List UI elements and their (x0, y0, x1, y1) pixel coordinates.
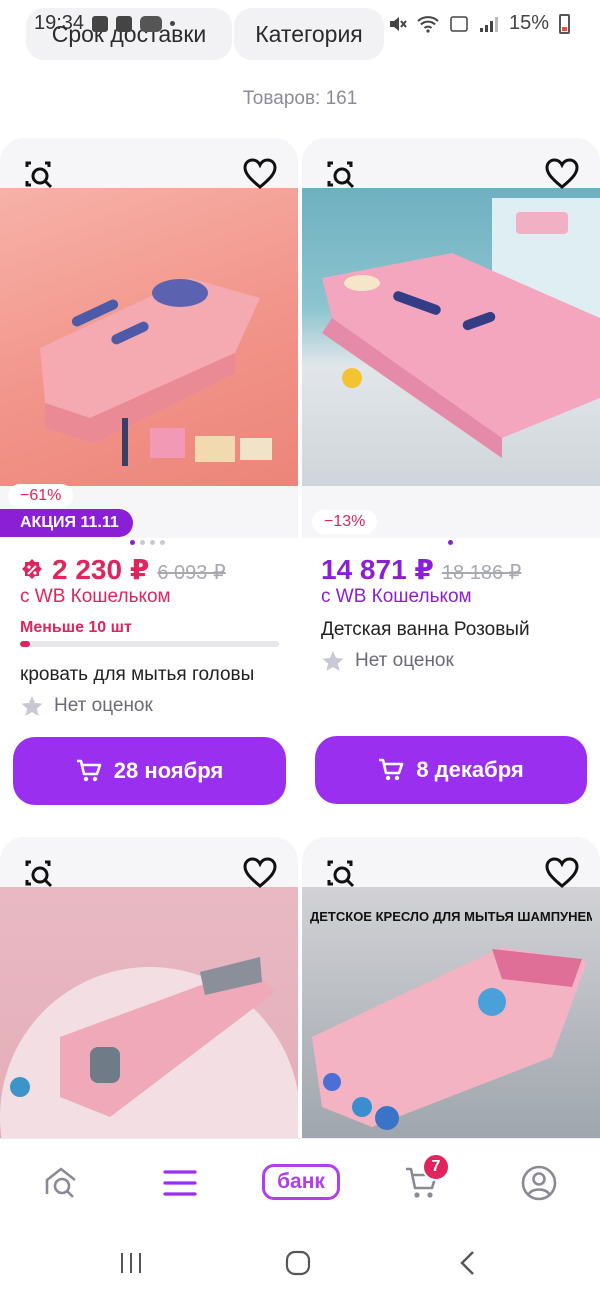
star-icon (322, 651, 344, 671)
tab-bank[interactable]: банк (262, 1164, 340, 1200)
image-search-icon[interactable] (20, 855, 56, 891)
recent-apps-button[interactable] (116, 1248, 146, 1278)
status-time: 19:34 (34, 12, 85, 34)
stock-level-fill (20, 641, 31, 647)
system-navigation-bar (0, 1224, 600, 1299)
star-icon (21, 696, 43, 716)
product-photo-baby-bath (322, 198, 600, 458)
status-bar-left: 19:34 (34, 12, 176, 35)
tab-profile[interactable] (517, 1161, 561, 1205)
back-button[interactable] (452, 1248, 482, 1278)
image-pager-dots (130, 540, 165, 545)
pager-dot (130, 540, 135, 545)
stock-level-bar (20, 641, 279, 647)
home-button[interactable] (283, 1248, 313, 1278)
pager-dot (140, 540, 145, 545)
wallet-note: с WB Кошельком (20, 586, 171, 607)
image-caption-text: ДЕТСКОЕ КРЕСЛО ДЛЯ МЫТЬЯ ШАМПУНЕМ (310, 909, 592, 924)
favorite-heart-icon[interactable] (544, 855, 580, 891)
signal-icon (479, 16, 498, 32)
rating-text: Нет оценок (54, 695, 153, 716)
promo-badge: АКЦИЯ 11.11 (0, 509, 133, 537)
wifi-icon (417, 15, 439, 33)
filter-category-label: Категория (255, 20, 363, 47)
recent-apps-icon (121, 1253, 141, 1273)
product-photo-kids-chair (312, 947, 587, 1130)
product-name[interactable]: Детская ванна Розовый (321, 619, 581, 641)
product-card-image[interactable] (0, 837, 298, 1138)
back-icon (460, 1251, 474, 1275)
stock-warning: Меньше 10 шт (20, 619, 132, 636)
image-search-icon[interactable] (322, 855, 358, 891)
product-card-image[interactable]: −13% (302, 138, 600, 538)
gallery-icon (116, 15, 133, 32)
price-row: 14 871 ₽ 18 186 ₽ (321, 553, 521, 586)
favorite-heart-icon[interactable] (242, 855, 278, 891)
sale-percent-icon (22, 558, 42, 579)
more-dot-icon (170, 21, 176, 26)
rating-text: Нет оценок (355, 650, 454, 671)
price-current: 2 230 ₽ (52, 554, 150, 585)
battery-icon (559, 13, 570, 34)
add-to-cart-button[interactable]: 28 ноября (13, 737, 286, 805)
delivery-date-label: 28 ноября (113, 758, 224, 783)
bank-label: банк (277, 1170, 325, 1193)
price-row: 2 230 ₽ 6 093 ₽ (20, 553, 226, 586)
cart-icon (379, 758, 404, 781)
image-pager-dots (448, 540, 453, 545)
results-count: Товаров: 161 (242, 88, 358, 109)
add-to-cart-button[interactable]: 8 декабря (315, 736, 587, 804)
product-name[interactable]: кровать для мытья головы (20, 664, 272, 686)
cart-icon (76, 759, 102, 782)
status-bar-right: 15% (387, 12, 570, 35)
pager-dot (448, 540, 453, 545)
wallet-note: с WB Кошельком (321, 586, 472, 607)
image-search-icon[interactable] (20, 156, 56, 192)
product-card-image[interactable]: ДЕТСКОЕ КРЕСЛО ДЛЯ МЫТЬЯ ШАМПУНЕМ (302, 837, 600, 1138)
notification-icon (92, 15, 109, 32)
catalog-icon (163, 1170, 197, 1196)
tab-catalog[interactable] (158, 1161, 202, 1205)
volte-icon (450, 15, 468, 32)
price-old: 18 186 ₽ (441, 562, 522, 584)
rating: Нет оценок (321, 649, 454, 673)
pager-dot (150, 540, 155, 545)
profile-icon (521, 1165, 557, 1201)
favorite-heart-icon[interactable] (544, 156, 580, 192)
pager-dot (160, 540, 165, 545)
battery-percent: 15% (508, 12, 549, 34)
discount-badge: −13% (312, 510, 378, 534)
mute-icon (389, 16, 407, 31)
delivery-date-label: 8 декабря (416, 757, 524, 782)
filter-category-chip[interactable]: Категория (234, 8, 384, 60)
home-icon (45, 1167, 76, 1198)
product-card-image[interactable]: −61% АКЦИЯ 11.11 (0, 138, 298, 538)
rating: Нет оценок (20, 694, 153, 718)
bottom-tab-bar: банк 7 (0, 1138, 600, 1224)
tab-home[interactable] (39, 1161, 83, 1205)
price-old: 6 093 ₽ (157, 562, 226, 584)
cart-count-badge: 7 (422, 1153, 450, 1181)
favorite-heart-icon[interactable] (242, 156, 278, 192)
home-button-icon (285, 1250, 311, 1276)
price-current: 14 871 ₽ (321, 554, 434, 585)
product-photo-shampoo-bed (40, 278, 272, 466)
wb-app-icon (140, 15, 163, 32)
discount-badge: −61% (8, 484, 74, 508)
product-photo-shampoo-chair (0, 957, 298, 1138)
image-search-icon[interactable] (322, 156, 358, 192)
